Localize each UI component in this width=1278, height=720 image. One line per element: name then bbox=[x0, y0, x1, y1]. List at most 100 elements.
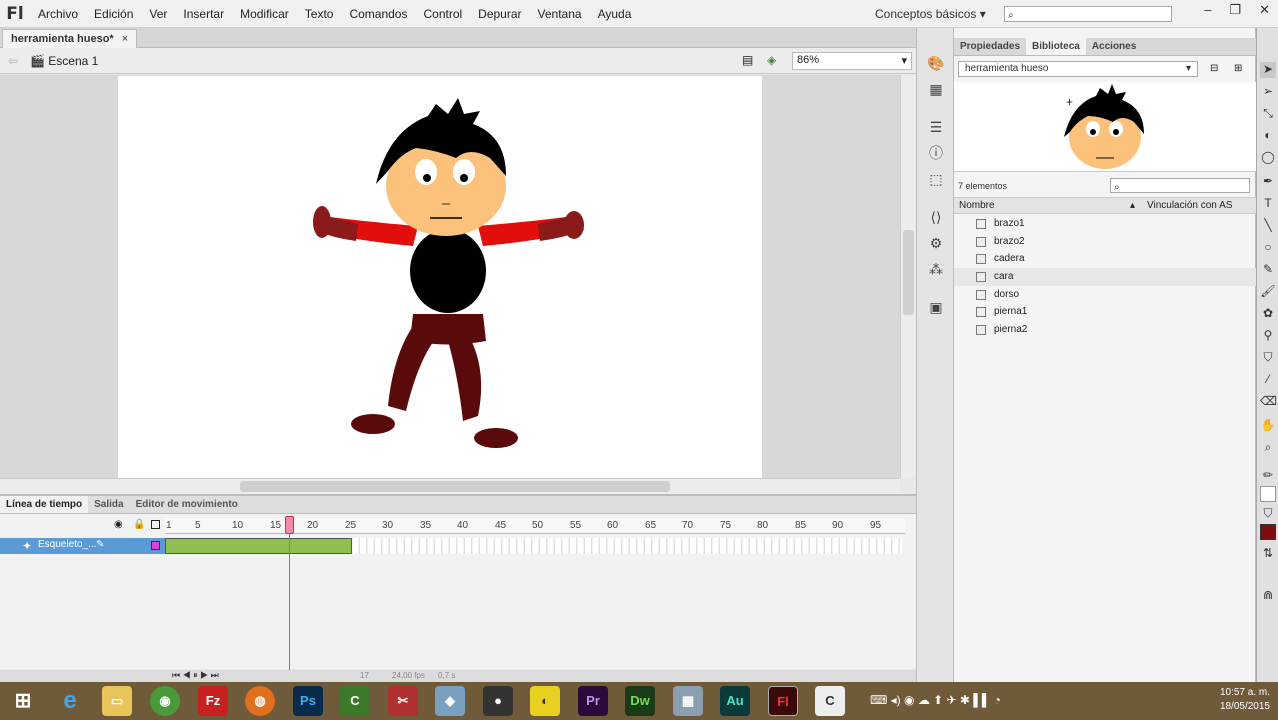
menu-ayuda[interactable]: Ayuda bbox=[590, 7, 640, 21]
flash-icon[interactable]: Fl bbox=[768, 686, 798, 716]
tab-library[interactable]: Biblioteca bbox=[1026, 38, 1086, 55]
menu-texto[interactable]: Texto bbox=[297, 7, 342, 21]
tab-properties[interactable]: Propiedades bbox=[954, 38, 1026, 55]
pen-icon[interactable]: ✒ bbox=[1260, 174, 1276, 190]
app-icon[interactable]: ◆ bbox=[435, 686, 465, 716]
menu-insertar[interactable]: Insertar bbox=[175, 7, 232, 21]
layer-name[interactable]: Esqueleto_... bbox=[38, 539, 96, 550]
library-item[interactable]: pierna1 bbox=[954, 303, 1256, 321]
menu-ver[interactable]: Ver bbox=[141, 7, 175, 21]
close-icon[interactable]: × bbox=[122, 33, 128, 45]
menu-ventana[interactable]: Ventana bbox=[530, 7, 590, 21]
firefox-icon[interactable]: ◍ bbox=[245, 686, 275, 716]
photoshop-icon[interactable]: Ps bbox=[293, 686, 323, 716]
deco-icon[interactable]: ✿ bbox=[1260, 306, 1276, 322]
breadcrumb[interactable]: 🎬 Escena 1 bbox=[30, 54, 98, 68]
layer-color-swatch[interactable] bbox=[151, 541, 160, 550]
eye-icon[interactable]: ◉ bbox=[114, 519, 123, 530]
help-search-input[interactable]: ⌕ bbox=[1004, 6, 1172, 22]
selection-tool-icon[interactable]: ➤ bbox=[1260, 62, 1276, 78]
swatches-icon[interactable]: ▦ bbox=[927, 80, 945, 98]
menu-depurar[interactable]: Depurar bbox=[470, 7, 529, 21]
calculator-icon[interactable]: ▦ bbox=[673, 686, 703, 716]
dreamweaver-icon[interactable]: Dw bbox=[625, 686, 655, 716]
oval-tool-icon[interactable]: ○ bbox=[1260, 240, 1276, 256]
brush-icon[interactable]: 🖌 bbox=[1260, 284, 1276, 300]
play-controls[interactable]: ⏮ ◀ ⏸ ▶ ⏭ bbox=[172, 670, 219, 681]
subselection-tool-icon[interactable]: ➢ bbox=[1260, 84, 1276, 100]
zoom-select[interactable]: 86% ▾ bbox=[792, 52, 912, 70]
chrome-icon[interactable]: ◉ bbox=[150, 686, 180, 716]
library-item[interactable]: pierna2 bbox=[954, 321, 1256, 339]
free-transform-icon[interactable]: ⤡ bbox=[1260, 106, 1276, 122]
sort-icon[interactable]: ▴ bbox=[1130, 200, 1135, 211]
swap-colors-icon[interactable]: ⇅ bbox=[1260, 546, 1276, 562]
audition-icon[interactable]: Au bbox=[720, 686, 750, 716]
line-tool-icon[interactable]: ╲ bbox=[1260, 218, 1276, 234]
history-icon[interactable]: ▣ bbox=[927, 298, 945, 316]
camtasia-icon[interactable]: C bbox=[340, 686, 370, 716]
close-button[interactable]: ✕ bbox=[1259, 2, 1270, 18]
tab-timeline[interactable]: Línea de tiempo bbox=[0, 496, 89, 513]
column-name[interactable]: Nombre bbox=[959, 200, 995, 211]
menu-comandos[interactable]: Comandos bbox=[341, 7, 415, 21]
tab-actions[interactable]: Acciones bbox=[1086, 38, 1142, 55]
text-tool-icon[interactable]: T bbox=[1260, 196, 1276, 212]
menu-archivo[interactable]: Archivo bbox=[30, 7, 86, 21]
app-icon[interactable]: ● bbox=[483, 686, 513, 716]
edit-scene-icon[interactable]: ▤ bbox=[742, 53, 753, 67]
pin-icon[interactable]: ⊟ bbox=[1210, 63, 1218, 74]
library-search-input[interactable]: ⌕ bbox=[1110, 178, 1250, 193]
fill-swatch[interactable] bbox=[1260, 524, 1276, 540]
lasso-icon[interactable]: ◯ bbox=[1260, 150, 1276, 166]
info-icon[interactable]: ⓘ bbox=[927, 144, 945, 162]
menu-control[interactable]: Control bbox=[415, 7, 470, 21]
filezilla-icon[interactable]: Fz bbox=[198, 686, 228, 716]
components-icon[interactable]: ⚙ bbox=[927, 234, 945, 252]
tab-motion-editor[interactable]: Editor de movimiento bbox=[130, 496, 244, 513]
zoom-tool-icon[interactable]: ⌕ bbox=[1260, 440, 1276, 456]
layer-row[interactable]: ✦ Esqueleto_... ✎ bbox=[0, 538, 165, 554]
color-icon[interactable]: 🎨 bbox=[927, 54, 945, 72]
new-library-icon[interactable]: ⊞ bbox=[1234, 63, 1242, 74]
windows-start-icon[interactable]: ⊞ bbox=[8, 686, 38, 716]
app-icon[interactable]: ✂ bbox=[388, 686, 418, 716]
pencil-icon[interactable]: ✎ bbox=[1260, 262, 1276, 278]
vertical-scrollbar[interactable] bbox=[900, 75, 916, 478]
stroke-swatch[interactable] bbox=[1260, 486, 1276, 502]
document-tab[interactable]: herramienta hueso* × bbox=[2, 29, 138, 48]
stage-canvas[interactable] bbox=[118, 76, 762, 478]
premiere-icon[interactable]: Pr bbox=[578, 686, 608, 716]
hand-tool-icon[interactable]: ✋ bbox=[1260, 418, 1276, 434]
playhead[interactable] bbox=[285, 516, 294, 534]
frame-ruler[interactable]: 1 5 10 15 20 25 30 35 40 45 50 55 60 65 … bbox=[165, 518, 905, 534]
scroll-thumb[interactable] bbox=[240, 481, 670, 492]
motion-presets-icon[interactable]: ⁂ bbox=[927, 260, 945, 278]
library-item[interactable]: cadera bbox=[954, 250, 1256, 268]
menu-edicion[interactable]: Edición bbox=[86, 7, 141, 21]
minimize-button[interactable]: – bbox=[1204, 2, 1211, 18]
app-icon[interactable]: ◐ bbox=[530, 686, 560, 716]
library-item[interactable]: dorso bbox=[954, 286, 1256, 304]
library-item[interactable]: brazo1 bbox=[954, 215, 1256, 233]
snap-icon[interactable]: ⋒ bbox=[1260, 588, 1276, 604]
camtasia-recorder-icon[interactable]: C bbox=[815, 686, 845, 716]
eyedropper-icon[interactable]: ⁄ bbox=[1260, 372, 1276, 388]
restore-button[interactable]: ❐ bbox=[1229, 2, 1241, 18]
internet-explorer-icon[interactable]: e bbox=[55, 686, 85, 716]
align-icon[interactable]: ☰ bbox=[927, 118, 945, 136]
pose-span[interactable] bbox=[165, 538, 352, 554]
code-snippets-icon[interactable]: ⟨⟩ bbox=[927, 208, 945, 226]
edit-symbol-icon[interactable]: ◈ bbox=[767, 53, 776, 67]
outline-icon[interactable] bbox=[151, 520, 160, 529]
pencil-icon[interactable]: ✎ bbox=[96, 539, 104, 550]
column-linkage[interactable]: Vinculación con AS bbox=[1147, 200, 1232, 211]
eraser-icon[interactable]: ⌫ bbox=[1260, 394, 1277, 410]
lock-icon[interactable]: 🔒 bbox=[133, 519, 145, 530]
scroll-thumb[interactable] bbox=[903, 230, 914, 315]
file-explorer-icon[interactable]: ▭ bbox=[102, 686, 132, 716]
clock[interactable]: 10:57 a. m. 18/05/2015 bbox=[1220, 686, 1270, 714]
library-document-select[interactable]: herramienta hueso ▾ bbox=[958, 61, 1198, 77]
library-item[interactable]: brazo2 bbox=[954, 233, 1256, 251]
menu-modificar[interactable]: Modificar bbox=[232, 7, 297, 21]
